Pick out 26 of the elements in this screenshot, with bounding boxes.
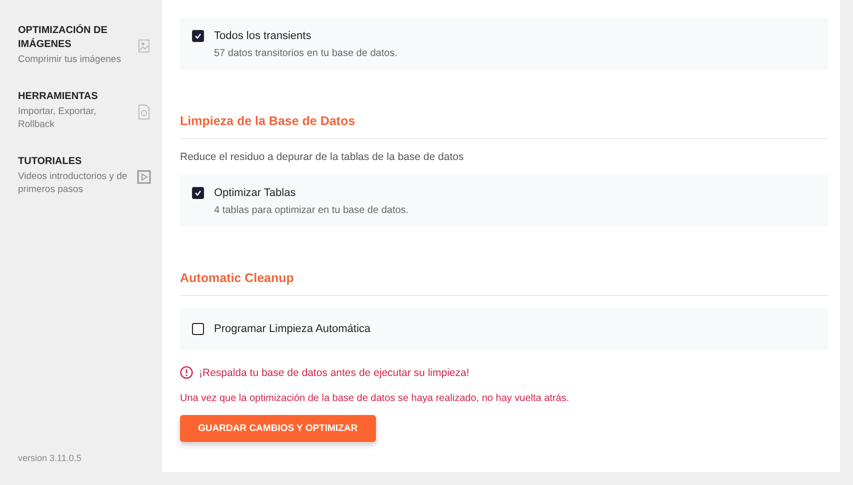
- option-description: 4 tablas para optimizar en tu base de datos.: [214, 205, 410, 216]
- check-icon: [194, 32, 202, 40]
- checkbox[interactable]: [192, 30, 204, 42]
- option-label: Optimizar Tablas: [214, 187, 296, 199]
- checkbox[interactable]: [192, 323, 204, 335]
- document-gear-icon: [136, 104, 152, 120]
- play-icon: [136, 169, 152, 185]
- check-icon: [194, 189, 202, 197]
- sidebar-item-title[interactable]: OPTIMIZACIÓN DE IMÁGENES: [18, 24, 132, 52]
- checkbox[interactable]: [192, 187, 204, 199]
- sidebar-item-title[interactable]: HERRAMIENTAS: [18, 90, 132, 104]
- warning-icon: [180, 366, 193, 379]
- sidebar-item-subtitle: Importar, Exportar, Rollback: [18, 105, 98, 131]
- image-icon: [136, 38, 152, 54]
- option-label: Programar Limpieza Automática: [214, 323, 371, 335]
- option-description: 57 datos transitorios en tu base de datos.: [214, 48, 398, 59]
- warning-note: Una vez que la optimización de la base de datos se haya realizado, no hay vuelta atrás.: [180, 393, 570, 404]
- section-description: Reduce el residuo a depurar de la tablas de la base de datos: [180, 151, 465, 163]
- option-label: Todos los transients: [214, 30, 312, 42]
- section-heading: Automatic Cleanup: [180, 271, 828, 296]
- section-heading: Limpieza de la Base de Datos: [180, 114, 828, 139]
- version-label: version 3.11.0.5: [18, 453, 82, 463]
- warning-text: ¡Respalda tu base de datos antes de ejecutar su limpieza!: [199, 366, 470, 378]
- sidebar-item-title[interactable]: TUTORIALES: [18, 155, 132, 169]
- sidebar-item-subtitle: Comprimir tus imágenes: [18, 53, 122, 66]
- sidebar-item-subtitle: Videos introductorios y de primeros pasos: [18, 170, 128, 196]
